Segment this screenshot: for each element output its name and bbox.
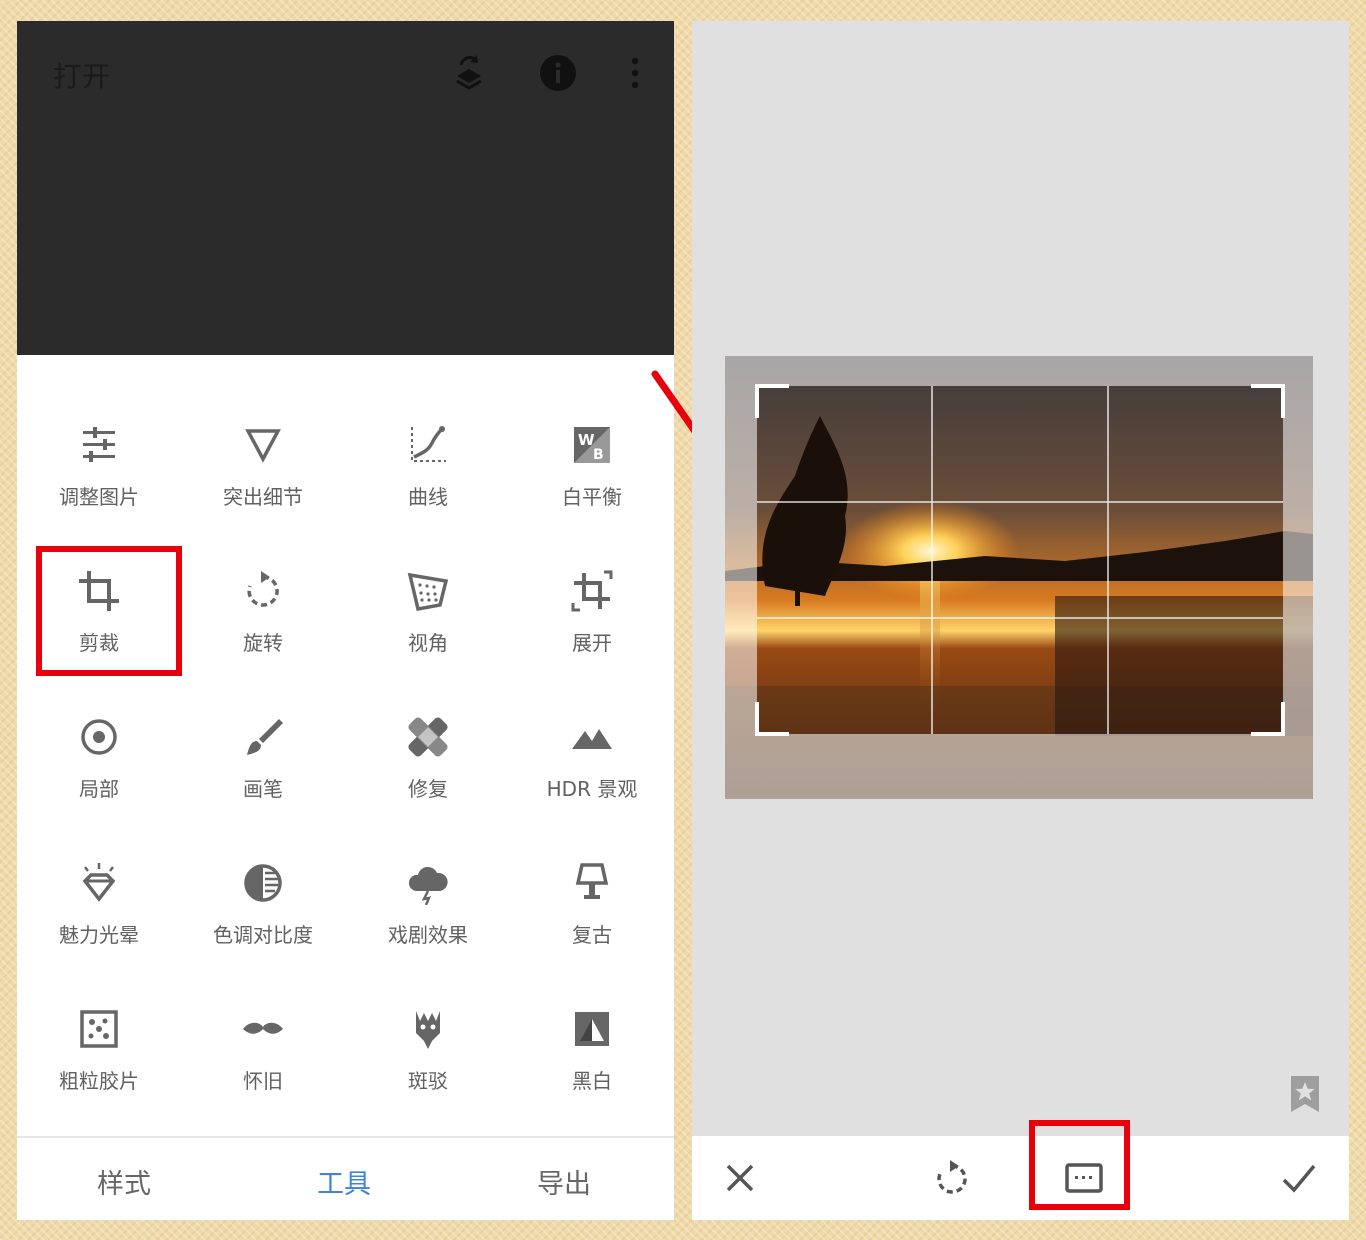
tool-tonal-contrast[interactable]: 色调对比度	[181, 861, 345, 981]
tool-label: 局部	[79, 777, 119, 801]
tool-label: 旋转	[243, 631, 283, 655]
tool-hdr[interactable]: HDR 景观	[510, 715, 674, 835]
tool-label: 戏剧效果	[388, 923, 468, 947]
tool-rotate[interactable]: 旋转	[181, 569, 345, 689]
tool-label: 展开	[572, 631, 612, 655]
info-icon[interactable]	[536, 51, 580, 95]
vintage-lamp-icon	[510, 861, 674, 905]
check-icon[interactable]	[1280, 1160, 1318, 1200]
tab-styles[interactable]: 样式	[97, 1162, 151, 1201]
selective-target-icon	[17, 715, 181, 759]
mountains-icon	[510, 715, 674, 759]
drama-cloud-icon	[346, 861, 510, 905]
svg-text:B: B	[593, 447, 604, 463]
crop-screen	[692, 21, 1349, 1220]
tool-details[interactable]: 突出细节	[181, 423, 345, 543]
glamour-diamond-icon	[17, 861, 181, 905]
tune-sliders-icon	[17, 423, 181, 467]
tool-label: 曲线	[408, 485, 448, 509]
tool-label: 突出细节	[223, 485, 303, 509]
tool-perspective[interactable]: 视角	[346, 569, 510, 689]
tool-grunge[interactable]: 斑驳	[346, 1007, 510, 1127]
crop-highlight-box	[36, 546, 182, 676]
tool-retrolux[interactable]: 怀旧	[181, 1007, 345, 1127]
expand-icon	[510, 569, 674, 613]
mustache-icon	[181, 1007, 345, 1051]
tool-brush[interactable]: 画笔	[181, 715, 345, 835]
healing-bandage-icon	[346, 715, 510, 759]
tool-healing[interactable]: 修复	[346, 715, 510, 835]
open-button[interactable]: 打开	[53, 55, 111, 95]
brush-icon	[181, 715, 345, 759]
tool-label: 粗粒胶片	[59, 1069, 139, 1093]
details-triangle-icon	[181, 423, 345, 467]
crop-toolbar	[692, 1136, 1349, 1220]
tool-label: 修复	[408, 777, 448, 801]
photo-crop-area[interactable]	[725, 356, 1313, 799]
tool-tune-image[interactable]: 调整图片	[17, 423, 181, 543]
layers-stack-icon[interactable]	[447, 51, 491, 95]
grainy-film-icon	[17, 1007, 181, 1051]
tool-label: HDR 景观	[546, 777, 638, 801]
tool-curves[interactable]: 曲线	[346, 423, 510, 543]
tool-glamour[interactable]: 魅力光晕	[17, 861, 181, 981]
tools-screen: 打开 调整图片 突出细节 曲线 W B 白平衡 剪裁 旋转 视角 展开 局部 画…	[17, 21, 674, 1220]
tonal-contrast-icon	[181, 861, 345, 905]
tool-selective[interactable]: 局部	[17, 715, 181, 835]
tab-export[interactable]: 导出	[537, 1162, 591, 1201]
tool-label: 视角	[408, 631, 448, 655]
tool-expand[interactable]: 展开	[510, 569, 674, 689]
tool-label: 色调对比度	[213, 923, 313, 947]
tool-label: 魅力光晕	[59, 923, 139, 947]
perspective-icon	[346, 569, 510, 613]
bookmark-star-icon[interactable]	[1287, 1074, 1323, 1118]
aspect-ratio-highlight-box	[1029, 1120, 1130, 1210]
tool-label: 复古	[572, 923, 612, 947]
tool-label: 斑驳	[408, 1069, 448, 1093]
tool-vintage[interactable]: 复古	[510, 861, 674, 981]
tool-grainy-film[interactable]: 粗粒胶片	[17, 1007, 181, 1127]
tab-tools[interactable]: 工具	[317, 1162, 371, 1201]
sunset-photo	[725, 356, 1313, 799]
bottom-nav: 样式 工具 导出	[17, 1136, 674, 1220]
rotate-crop-icon[interactable]	[932, 1158, 972, 1202]
more-vertical-icon[interactable]	[613, 51, 657, 95]
black-white-icon	[510, 1007, 674, 1051]
image-preview-area: 打开	[17, 21, 674, 355]
tool-drama[interactable]: 戏剧效果	[346, 861, 510, 981]
tool-label: 画笔	[243, 777, 283, 801]
tool-label: 调整图片	[59, 485, 139, 509]
rotate-icon	[181, 569, 345, 613]
tool-label: 黑白	[572, 1069, 612, 1093]
tool-black-white[interactable]: 黑白	[510, 1007, 674, 1127]
grunge-icon	[346, 1007, 510, 1051]
tool-label: 怀旧	[243, 1069, 283, 1093]
curves-icon	[346, 423, 510, 467]
close-icon[interactable]	[722, 1160, 758, 1200]
